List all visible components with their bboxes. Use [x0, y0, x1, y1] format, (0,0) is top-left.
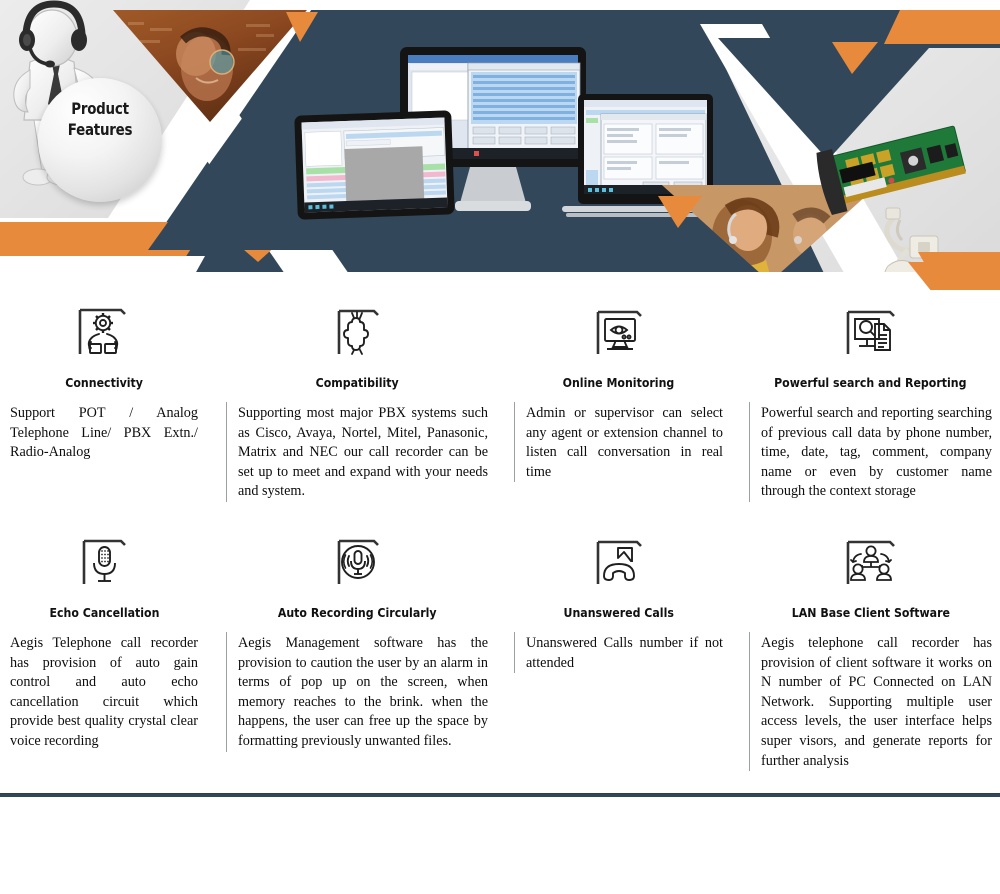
- feature-body-wrap: Admin or supervisor can select any agent…: [514, 402, 723, 483]
- tablet-device: [294, 110, 455, 220]
- feature-body-wrap: Powerful search and reporting searching …: [749, 402, 992, 502]
- feature-card-auto-recording: Auto Recording Circularly Aegis Manageme…: [210, 520, 500, 771]
- feature-title: Echo Cancellation: [49, 604, 159, 620]
- monitor-with-eye-icon: [590, 302, 648, 358]
- feature-title: LAN Base Client Software: [791, 604, 950, 620]
- row-spacer: [0, 502, 1000, 520]
- feature-card-search-reporting: Powerful search and Reporting Powerful s…: [735, 290, 1000, 502]
- feature-grid: Connectivity Support POT / Analog Teleph…: [0, 290, 1000, 772]
- feature-card-compatibility: Compatibility Supporting most major PBX …: [210, 290, 500, 502]
- feature-body-wrap: Aegis telephone call recorder has provis…: [749, 631, 992, 772]
- feature-body: Aegis telephone call recorder has provis…: [761, 634, 992, 769]
- feature-title: Connectivity: [65, 375, 143, 390]
- white-bottom-band: [146, 272, 1000, 290]
- feature-card-unanswered-calls: Unanswered Calls Unanswered Calls number…: [500, 520, 735, 771]
- orange-strip-topright: [884, 10, 1000, 44]
- feature-body: Powerful search and reporting searching …: [761, 405, 992, 500]
- feature-title: Unanswered Calls: [563, 604, 674, 620]
- feature-body-wrap: Unanswered Calls number if not attended: [514, 631, 723, 674]
- feature-body: Aegis Telephone call recorder has provis…: [10, 634, 198, 749]
- feature-title: Compatibility: [315, 375, 399, 390]
- feature-body: Aegis Management software has the provis…: [238, 634, 488, 749]
- banner-title-line1: Product: [71, 99, 129, 118]
- feature-card-lan-client: LAN Base Client Software Aegis telephone…: [735, 520, 1000, 772]
- monitor-search-document-icon: [841, 302, 901, 358]
- microphone-icon: [75, 532, 133, 588]
- circular-microphone-icon: [328, 532, 386, 588]
- feature-body: Support POT / Analog Telephone Line/ PBX…: [10, 405, 198, 461]
- feature-body-wrap: Support POT / Analog Telephone Line/ PBX…: [10, 402, 198, 463]
- feature-body-wrap: Supporting most major PBX systems such a…: [226, 402, 488, 502]
- feature-title: Powerful search and Reporting: [774, 375, 967, 390]
- feature-body: Unanswered Calls number if not attended: [526, 634, 723, 671]
- feature-body: Supporting most major PBX systems such a…: [238, 405, 488, 500]
- puzzle-piece-icon: [328, 302, 386, 358]
- feature-slide: Product Features Connectivity Support PO…: [0, 0, 1000, 894]
- feature-title: Online Monitoring: [562, 375, 675, 390]
- banner-title-line2: Features: [67, 120, 133, 139]
- feature-title: Auto Recording Circularly: [277, 604, 437, 620]
- feature-card-online-monitoring: Online Monitoring Admin or supervisor ca…: [500, 290, 735, 502]
- header-banner: Product Features: [0, 0, 1000, 290]
- network-people-icon: [841, 532, 901, 588]
- feature-card-echo-cancellation: Echo Cancellation Aegis Telephone call r…: [0, 520, 210, 771]
- title-sphere: [38, 78, 162, 202]
- feature-row-2: Echo Cancellation Aegis Telephone call r…: [0, 520, 1000, 772]
- feature-body-wrap: Aegis Management software has the provis…: [226, 631, 488, 752]
- feature-card-connectivity: Connectivity Support POT / Analog Teleph…: [0, 290, 210, 502]
- feature-body-wrap: Aegis Telephone call recorder has provis…: [10, 632, 198, 752]
- hands-holding-gear-icon: [75, 302, 133, 358]
- footer-divider: [0, 793, 1000, 797]
- feature-body: Admin or supervisor can select any agent…: [526, 405, 723, 480]
- banner-title: Product Features: [48, 98, 152, 140]
- missed-call-handset-icon: [590, 532, 648, 588]
- feature-row-1: Connectivity Support POT / Analog Teleph…: [0, 290, 1000, 502]
